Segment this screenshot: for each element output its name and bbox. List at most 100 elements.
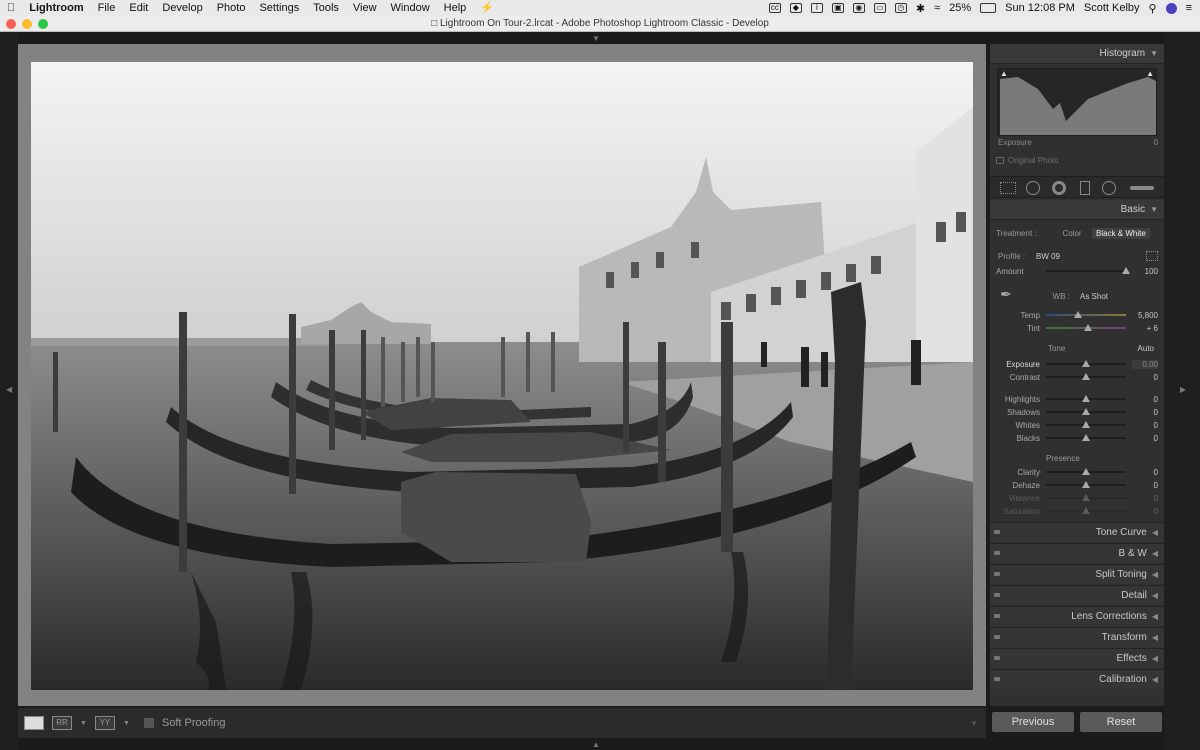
image-view-area[interactable] [18,44,986,706]
toggle-icon[interactable] [994,635,1000,639]
shadows-value[interactable]: 0 [1132,408,1158,417]
menu-edit[interactable]: Edit [122,0,155,16]
menu-settings[interactable]: Settings [252,0,306,16]
tint-value[interactable]: + 6 [1132,324,1158,333]
image-icon[interactable]: ▣ [831,3,844,13]
chevron-down-icon[interactable]: ▼ [123,720,130,727]
photo-preview[interactable] [31,62,973,690]
clarity-value[interactable]: 0 [1132,468,1158,477]
soft-proofing-label[interactable]: Soft Proofing [162,717,226,729]
top-panel-toggle-icon[interactable]: ▼ [592,34,600,43]
vibrance-value[interactable]: 0 [1132,494,1158,503]
expand-icon[interactable]: ◀ [1152,612,1158,621]
menu-help[interactable]: Help [437,0,474,16]
adjustment-brush-icon[interactable] [1130,186,1154,190]
detail-section[interactable]: Detail ◀ [990,585,1164,605]
crop-tool-icon[interactable] [1000,182,1016,194]
expand-icon[interactable]: ◀ [1152,654,1158,663]
vibrance-slider[interactable] [1046,492,1126,504]
highlights-value[interactable]: 0 [1132,395,1158,404]
spotlight-search-icon[interactable]: ⚲ [1149,2,1157,15]
dehaze-slider[interactable] [1046,479,1126,491]
zoom-window-button[interactable] [38,19,48,29]
treatment-bw-option[interactable]: Black & White [1092,227,1150,239]
creative-cloud-icon[interactable]: cc [768,3,781,13]
clock[interactable]: Sun 12:08 PM [1005,2,1075,14]
calibration-section[interactable]: Calibration ◀ [990,669,1164,689]
dehaze-value[interactable]: 0 [1132,481,1158,490]
minimize-window-button[interactable] [22,19,32,29]
battery-percent[interactable]: 25% [949,2,971,14]
highlight-clipping-icon[interactable]: ▲ [1146,69,1154,78]
saturation-slider[interactable] [1046,505,1126,517]
exposure-slider[interactable] [1046,358,1126,370]
battery-icon[interactable] [980,3,997,13]
profile-dropdown[interactable]: BW 09 [1036,252,1060,261]
histogram[interactable]: ▲ ▲ [997,68,1157,136]
split-toning-section[interactable]: Split Toning ◀ [990,564,1164,584]
bottom-panel-toggle-icon[interactable]: ▲ [592,740,600,749]
expand-icon[interactable]: ◀ [1152,591,1158,600]
amount-slider[interactable] [1046,265,1130,277]
radial-filter-icon[interactable] [1102,181,1116,195]
notification-center-icon[interactable]: ≡ [1186,2,1192,14]
before-after-view-icon[interactable]: RR [52,716,72,730]
checkbox-icon[interactable] [996,157,1004,164]
menu-tools[interactable]: Tools [306,0,346,16]
wifi-icon[interactable]: ≈ [934,2,940,14]
toggle-icon[interactable] [994,572,1000,576]
slider-thumb[interactable] [1083,324,1092,331]
close-window-button[interactable] [6,19,16,29]
slider-thumb[interactable] [1082,507,1090,514]
highlights-slider[interactable] [1046,393,1126,405]
slider-thumb[interactable] [1082,360,1090,367]
tone-curve-section[interactable]: Tone Curve ◀ [990,522,1164,542]
loupe-view-icon[interactable] [24,716,44,730]
spot-removal-tool-icon[interactable] [1026,181,1040,195]
temp-slider[interactable] [1046,309,1126,321]
tint-slider[interactable] [1046,322,1126,334]
histogram-header[interactable]: Histogram ▼ [990,44,1164,64]
menu-file[interactable]: File [91,0,123,16]
compare-view-icon[interactable]: YY [94,716,115,730]
whites-slider[interactable] [1046,419,1126,431]
bw-section[interactable]: B & W ◀ [990,543,1164,563]
original-photo-toggle[interactable]: Original Photo [996,156,1059,165]
expand-icon[interactable]: ◀ [1152,570,1158,579]
expand-icon[interactable]: ◀ [1152,675,1158,684]
shadows-slider[interactable] [1046,406,1126,418]
slider-thumb[interactable] [1082,434,1090,441]
right-panel-toggle-icon[interactable]: ▶ [1180,385,1186,394]
blacks-slider[interactable] [1046,432,1126,444]
menu-window[interactable]: Window [384,0,437,16]
collapse-icon[interactable]: ▼ [1150,205,1158,214]
contrast-value[interactable]: 0 [1132,373,1158,382]
slider-thumb[interactable] [1074,311,1082,318]
toolbar-menu-icon[interactable]: ▼ [970,719,978,728]
chevron-down-icon[interactable]: ▼ [80,720,87,727]
airplay-icon[interactable]: ▭ [873,3,886,13]
slider-thumb[interactable] [1082,395,1090,402]
auto-button[interactable]: Auto [1138,344,1154,353]
exposure-value[interactable]: 0.00 [1132,359,1158,369]
contrast-slider[interactable] [1046,371,1126,383]
eyedropper-icon[interactable]: ✒ [1000,286,1012,303]
lens-corrections-section[interactable]: Lens Corrections ◀ [990,606,1164,626]
camera-icon[interactable]: ◉ [852,3,865,13]
menu-view[interactable]: View [346,0,384,16]
slider-thumb[interactable] [1082,421,1090,428]
toggle-icon[interactable] [994,593,1000,597]
blacks-value[interactable]: 0 [1132,434,1158,443]
whites-value[interactable]: 0 [1132,421,1158,430]
expand-icon[interactable]: ◀ [1152,633,1158,642]
temp-value[interactable]: 5,800 [1132,311,1158,320]
slider-thumb[interactable] [1122,267,1130,274]
transform-section[interactable]: Transform ◀ [990,627,1164,647]
basic-header[interactable]: Basic ▼ [990,200,1164,220]
graduated-filter-icon[interactable] [1080,181,1090,195]
red-eye-tool-icon[interactable] [1052,181,1066,195]
collapse-icon[interactable]: ▼ [1150,49,1158,58]
slider-thumb[interactable] [1082,481,1090,488]
toggle-icon[interactable] [994,551,1000,555]
wb-dropdown[interactable]: As Shot [1080,292,1108,301]
